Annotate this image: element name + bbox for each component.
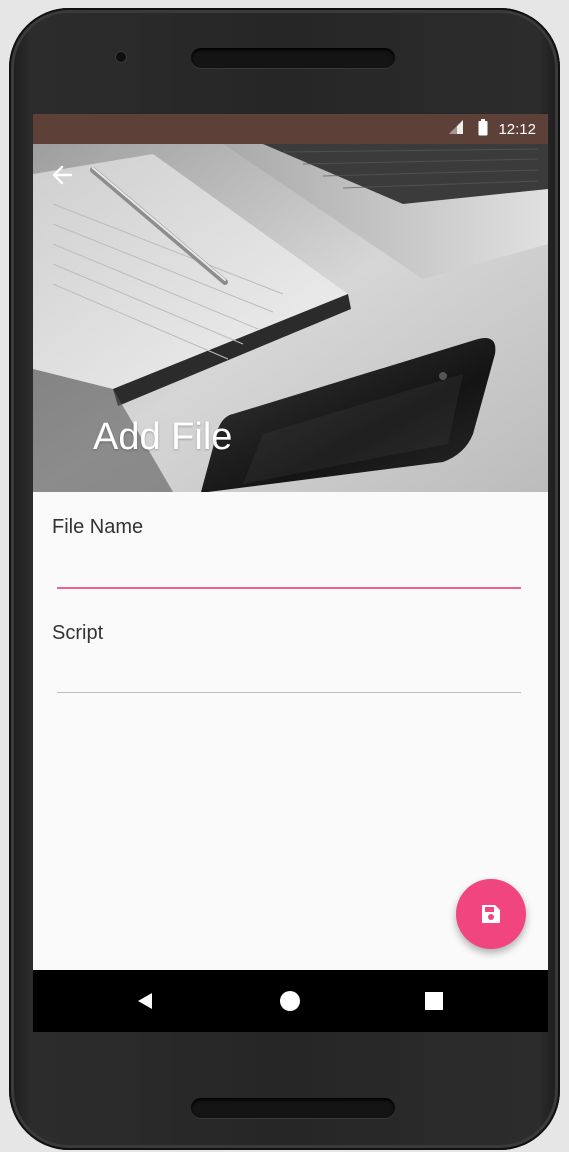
file-name-label: File Name bbox=[52, 516, 144, 538]
save-button[interactable] bbox=[456, 879, 526, 949]
back-button[interactable] bbox=[51, 164, 83, 196]
nav-home-button[interactable] bbox=[270, 981, 310, 1021]
script-input[interactable] bbox=[57, 650, 521, 690]
front-camera bbox=[116, 52, 126, 62]
screen: 12:12 Add File File Name Script bbox=[33, 114, 548, 1032]
signal-icon bbox=[448, 119, 464, 139]
nav-recents-button[interactable] bbox=[414, 981, 454, 1021]
bottom-speaker bbox=[191, 1098, 395, 1118]
page-title: Add File bbox=[93, 416, 233, 458]
status-bar: 12:12 bbox=[33, 114, 548, 144]
nav-back-button[interactable] bbox=[125, 981, 165, 1021]
arrow-back-icon bbox=[52, 165, 73, 185]
battery-icon bbox=[478, 118, 488, 140]
nav-home-icon bbox=[280, 991, 300, 1011]
script-underline bbox=[57, 692, 521, 693]
nav-back-icon bbox=[138, 993, 152, 1009]
file-name-underline bbox=[57, 587, 521, 589]
nav-recents-icon bbox=[425, 992, 443, 1010]
status-time: 12:12 bbox=[498, 120, 536, 138]
file-name-input[interactable] bbox=[57, 544, 521, 584]
navigation-bar bbox=[33, 970, 548, 1032]
top-speaker bbox=[191, 48, 395, 68]
save-icon bbox=[482, 905, 500, 923]
header-image: Add File bbox=[33, 144, 548, 492]
script-label: Script bbox=[52, 622, 104, 644]
